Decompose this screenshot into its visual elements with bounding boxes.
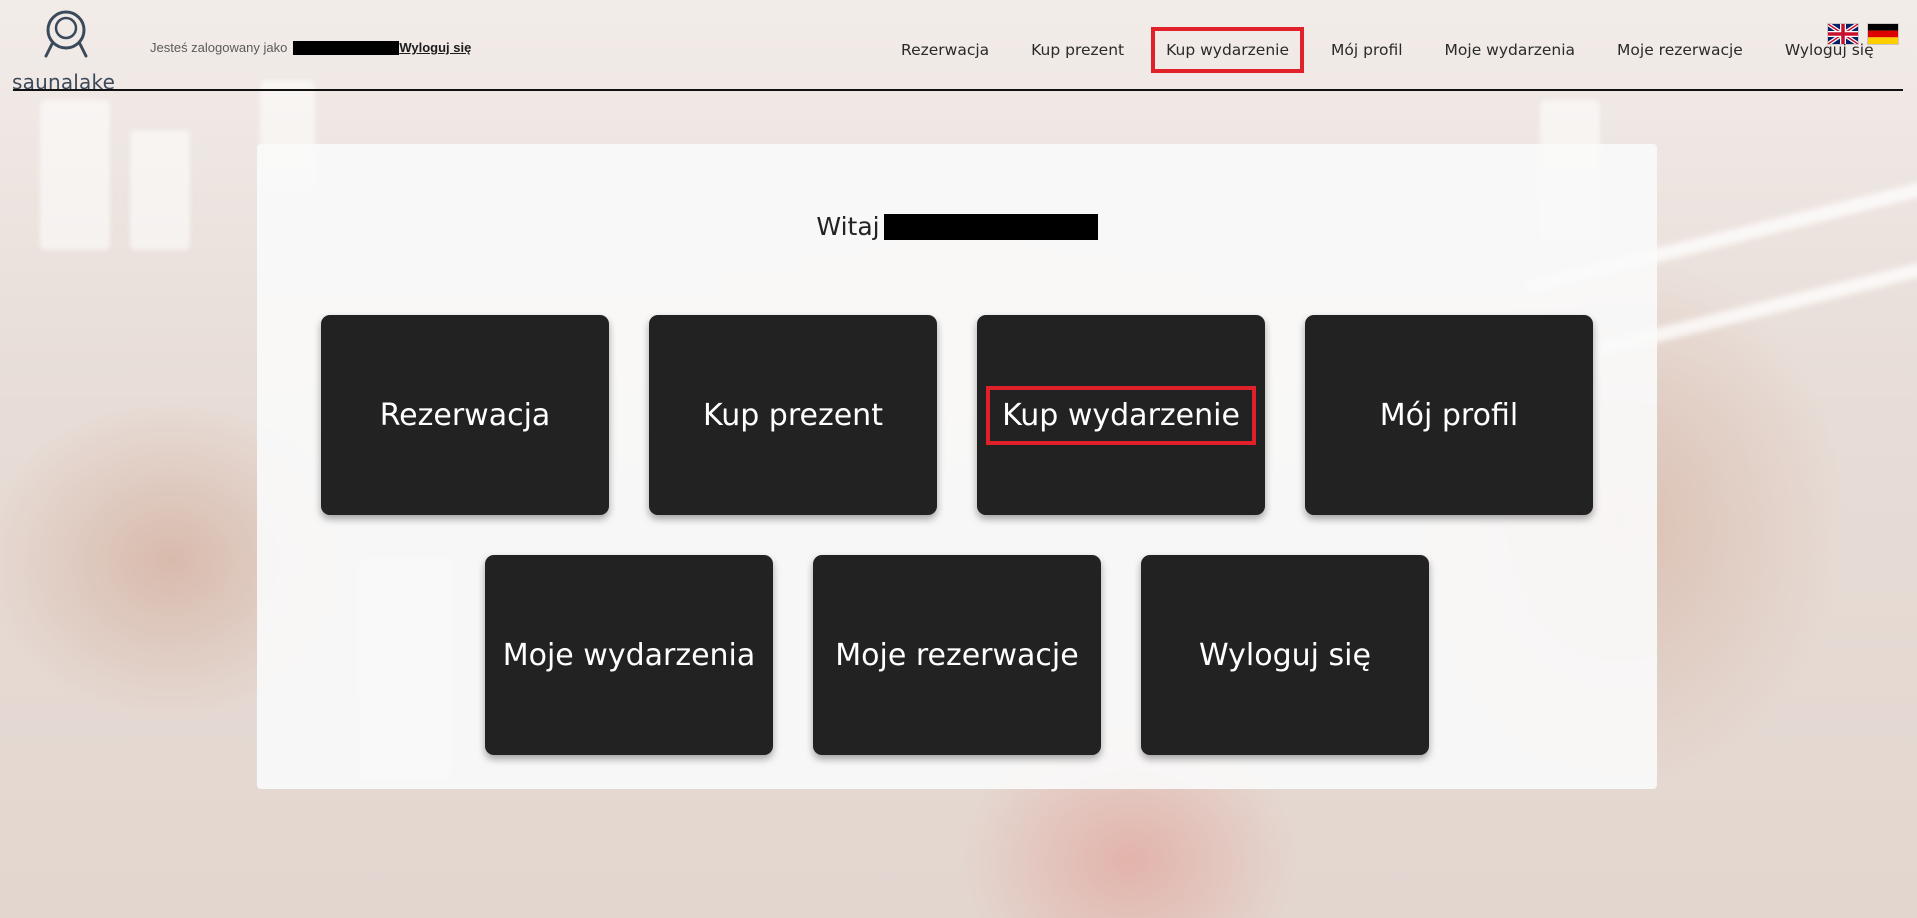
tile-label: Moje wydarzenia <box>502 637 756 673</box>
nav-item-moje-rezerwacje[interactable]: Moje rezerwacje <box>1602 27 1758 73</box>
redacted-name <box>883 213 1098 240</box>
header-divider <box>13 89 1903 91</box>
uk-flag-icon[interactable] <box>1828 24 1858 44</box>
tile-wyloguj[interactable]: Wyloguj się <box>1141 555 1429 755</box>
nav-item-kup-wydarzenie[interactable]: Kup wydarzenie <box>1151 27 1305 73</box>
logo-icon <box>44 10 88 58</box>
language-switcher <box>1828 24 1898 44</box>
de-flag-icon[interactable] <box>1868 24 1898 44</box>
nav-item-rezerwacja[interactable]: Rezerwacja <box>886 27 1004 73</box>
dashboard-panel: Witaj Rezerwacja Kup prezent Kup wydarze… <box>257 144 1657 789</box>
redacted-username <box>293 40 400 55</box>
tile-kup-prezent[interactable]: Kup prezent <box>649 315 937 515</box>
main-nav: Rezerwacja Kup prezent Kup wydarzenie Mó… <box>880 27 1895 73</box>
saunalake-logo[interactable]: saunalake <box>12 8 122 94</box>
tile-moj-profil[interactable]: Mój profil <box>1305 315 1593 515</box>
tile-label: Kup wydarzenie <box>986 385 1256 445</box>
login-status: Jesteś zalogowany jako Wyloguj się <box>150 40 471 55</box>
header-logout-link[interactable]: Wyloguj się <box>399 40 471 55</box>
tile-label: Mój profil <box>1379 397 1519 433</box>
nav-item-moje-wydarzenia[interactable]: Moje wydarzenia <box>1430 27 1591 73</box>
tile-rezerwacja[interactable]: Rezerwacja <box>321 315 609 515</box>
site-header: saunalake Jesteś zalogowany jako Wyloguj… <box>0 0 1917 94</box>
tile-moje-rezerwacje[interactable]: Moje rezerwacje <box>813 555 1101 755</box>
nav-item-moj-profil[interactable]: Mój profil <box>1316 27 1418 73</box>
tile-label: Rezerwacja <box>379 397 551 433</box>
tile-label: Kup prezent <box>703 397 883 433</box>
login-prefix: Jesteś zalogowany jako <box>150 40 288 55</box>
tile-label: Wyloguj się <box>1199 637 1371 673</box>
tile-label: Moje rezerwacje <box>835 637 1079 673</box>
tile-moje-wydarzenia[interactable]: Moje wydarzenia <box>485 555 773 755</box>
nav-item-kup-prezent[interactable]: Kup prezent <box>1016 27 1139 73</box>
welcome-heading: Witaj <box>257 212 1657 241</box>
tile-kup-wydarzenie[interactable]: Kup wydarzenie <box>977 315 1265 515</box>
welcome-text: Witaj <box>816 212 880 241</box>
